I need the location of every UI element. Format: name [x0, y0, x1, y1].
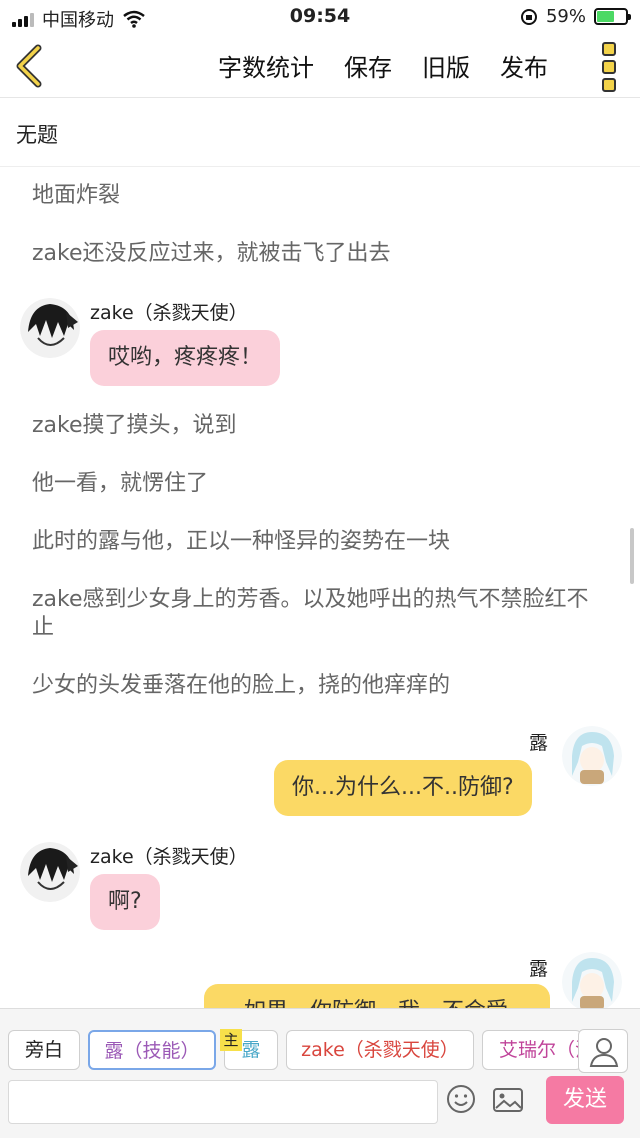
zake-avatar[interactable]: [20, 842, 80, 902]
orientation-lock-icon: [520, 8, 537, 25]
top-nav-bar: 字数统计 保存 旧版 发布: [0, 34, 640, 98]
speaker-name: zake（杀戮天使）: [90, 302, 248, 324]
chat-bubble[interactable]: 哎哟，疼疼疼！: [90, 330, 281, 386]
user-icon: [589, 1038, 619, 1067]
send-button[interactable]: 发送: [546, 1076, 624, 1124]
chat-bubble[interactable]: 啊?: [90, 874, 160, 930]
chat-bubble[interactable]: 你...为什么...不..防御?: [274, 760, 532, 816]
zake-avatar[interactable]: [20, 298, 80, 358]
back-chevron-icon[interactable]: [10, 42, 50, 90]
add-role-button[interactable]: [578, 1029, 628, 1073]
publish-button[interactable]: 发布: [500, 48, 548, 83]
narration-line: zake感到少女身上的芳香。以及她呼出的热气不禁脸红不止: [32, 587, 589, 640]
role-chip-zake[interactable]: zake（杀戮天使）: [286, 1030, 474, 1070]
speaker-name: 露: [529, 732, 549, 754]
battery-percent: 59%: [545, 6, 586, 27]
battery-icon: [594, 8, 631, 25]
lu-avatar[interactable]: [562, 952, 622, 1008]
main-role-badge: 主: [220, 1029, 242, 1051]
word-count-button[interactable]: 字数统计: [218, 48, 314, 83]
narration-line: zake摸了摸头，说到: [32, 413, 237, 438]
speaker-name: zake（杀戮天使）: [90, 846, 248, 868]
message-input[interactable]: [8, 1080, 438, 1124]
narration-line: 少女的头发垂落在他的脸上，挠的他痒痒的: [32, 673, 451, 698]
story-title: 无题: [16, 123, 58, 147]
scrollbar[interactable]: [630, 528, 634, 584]
narration-line: zake还没反应过来，就被击飞了出去: [32, 241, 391, 266]
role-chip-narrator[interactable]: 旁白: [8, 1030, 80, 1070]
status-bar: 中国移动 09:54 59%: [0, 0, 640, 34]
save-button[interactable]: 保存: [344, 48, 392, 83]
role-chip-lu-skill[interactable]: 露（技能）: [88, 1030, 216, 1070]
image-icon[interactable]: [492, 1086, 524, 1114]
narration-line: 地面炸裂: [32, 183, 121, 208]
narration-line: 此时的露与他，正以一种怪异的姿势在一块: [32, 529, 451, 554]
role-chip-airui[interactable]: 艾瑞尔（法: [482, 1030, 582, 1070]
speaker-name: 露: [529, 958, 549, 980]
narration-line: 他一看，就愣住了: [32, 471, 209, 496]
story-title-bar[interactable]: 无题: [0, 99, 640, 167]
more-menu-icon[interactable]: [602, 42, 618, 92]
lu-avatar[interactable]: [562, 726, 622, 786]
role-selector-bar: 旁白 露（技能） 露 主 zake（杀戮天使） 艾瑞尔（法: [0, 1008, 640, 1078]
emoji-icon[interactable]: [446, 1084, 476, 1114]
old-version-button[interactable]: 旧版: [422, 48, 470, 83]
chat-bubble[interactable]: …如果…你防御，我…不会受: [204, 984, 550, 1008]
input-bar: 发送: [0, 1076, 640, 1138]
story-content[interactable]: 地面炸裂 zake还没反应过来，就被击飞了出去 zake（杀戮天使） 哎哟，疼疼…: [0, 168, 640, 1008]
